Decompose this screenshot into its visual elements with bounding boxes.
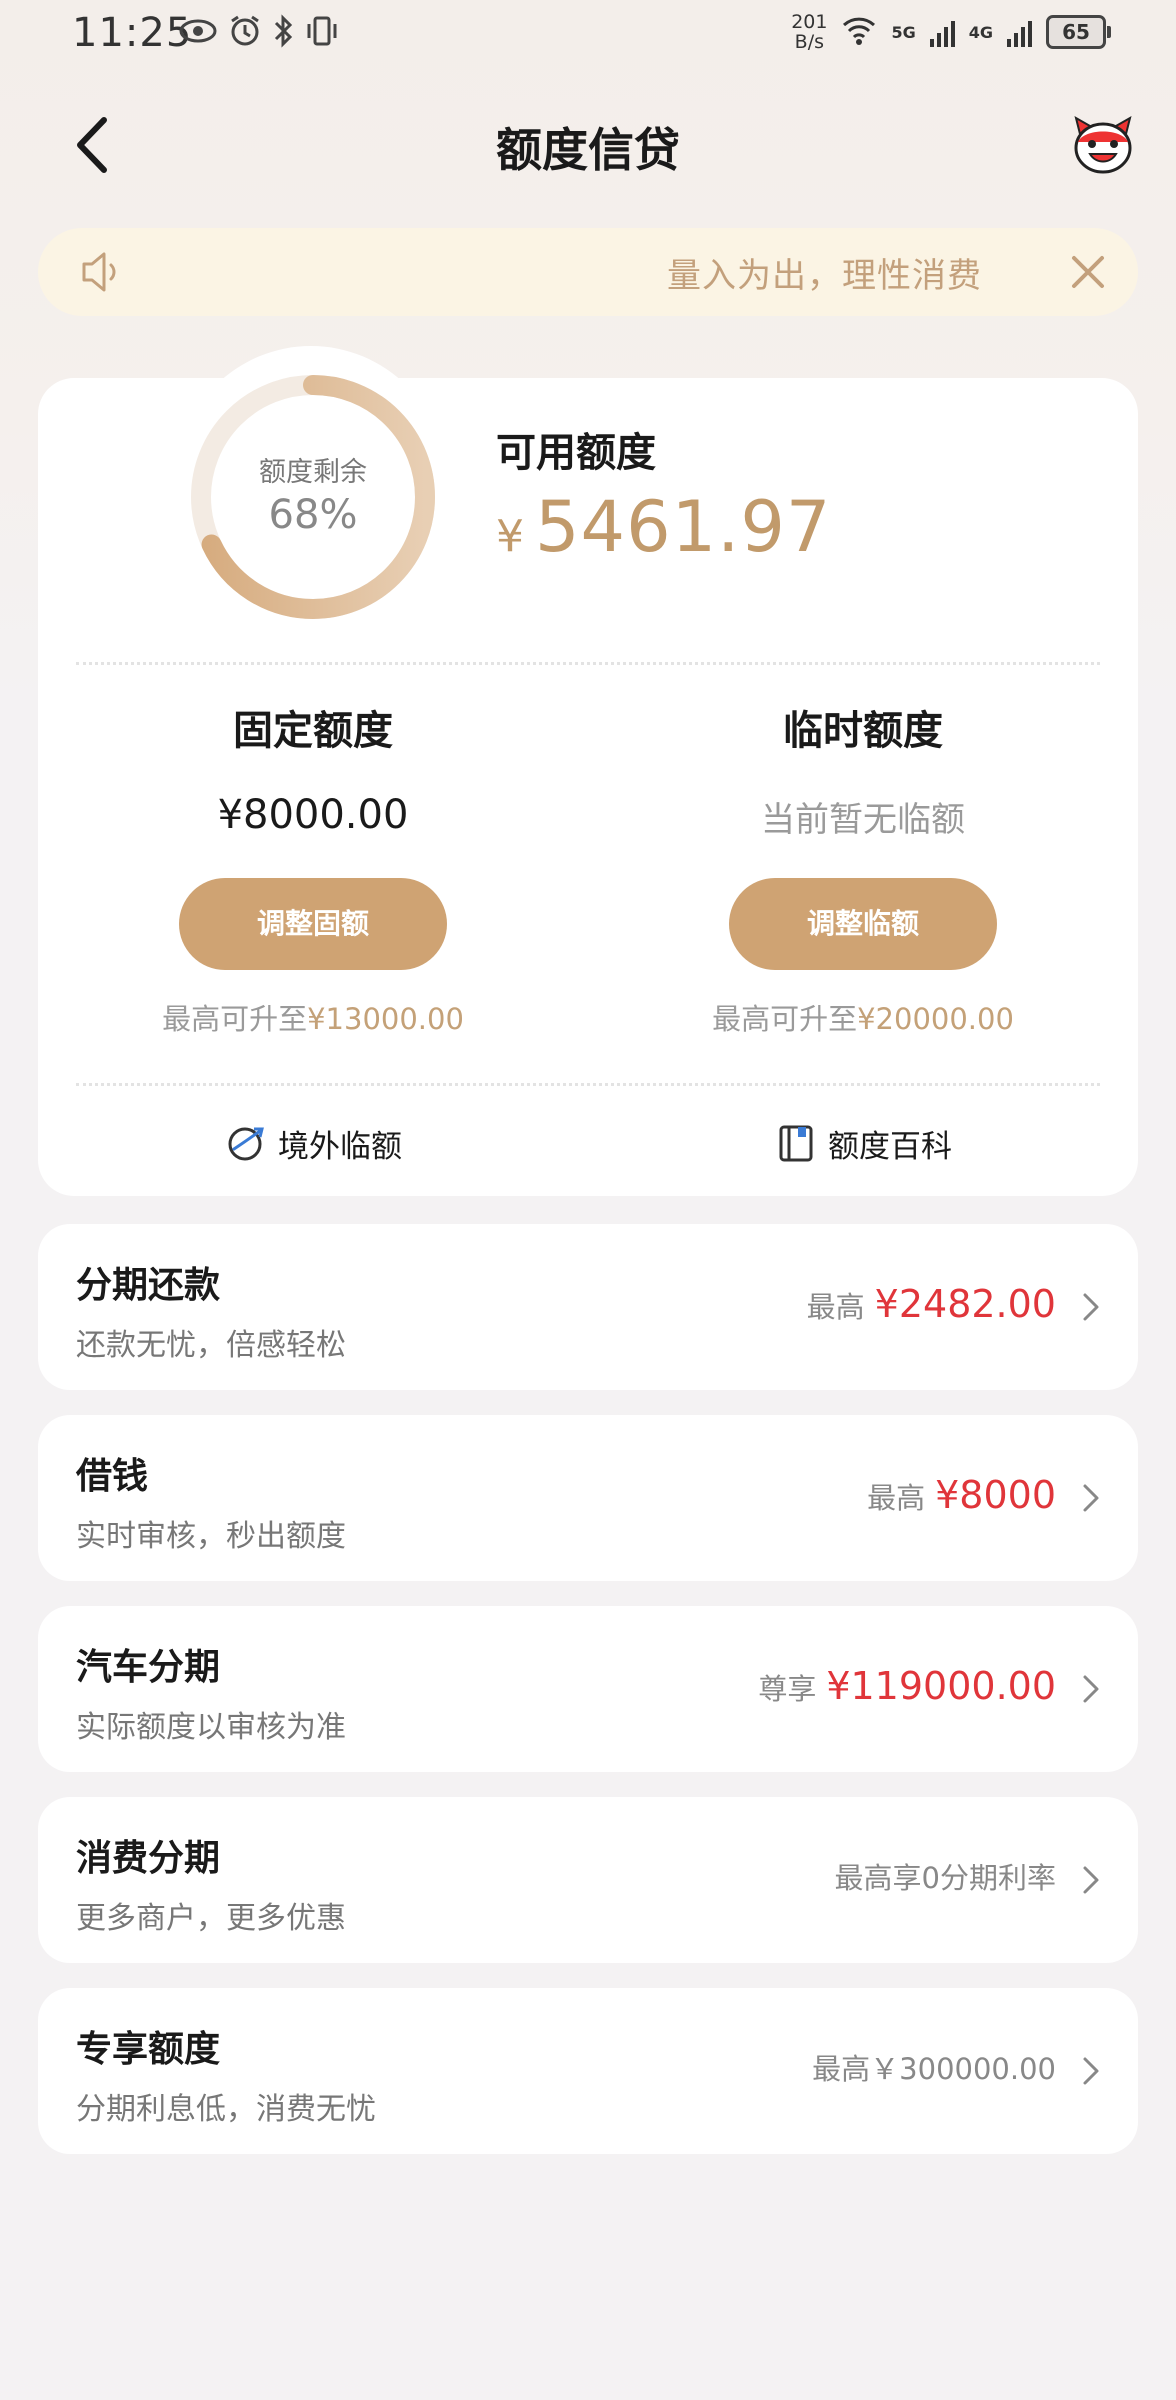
overseas-temp-limit-link[interactable]: 境外临额 [226, 1118, 402, 1168]
item-value-group: 最高 ¥2482.00 [807, 1282, 1056, 1326]
notice-bar: 量入为出，理性消费 [38, 228, 1138, 316]
battery-icon: 65 [1046, 15, 1111, 49]
bluetooth-icon [272, 14, 294, 59]
item-subtitle: 分期利息低，消费无忧 [76, 2092, 376, 2127]
fixed-limit-amount: ¥8000.00 [217, 792, 409, 838]
list-item-consumer-installment[interactable]: 消费分期 更多商户，更多优惠 最高享0分期利率 [38, 1797, 1138, 1963]
item-title: 汽车分期 [76, 1647, 221, 1688]
limit-encyclopedia-link[interactable]: 额度百科 [776, 1118, 952, 1168]
network-5g-label: 5G [891, 22, 916, 42]
item-value: ¥8000 [935, 1473, 1056, 1517]
item-title: 专享额度 [76, 2029, 221, 2070]
status-time: 11:25 [72, 10, 193, 56]
item-value: 最高享0分期利率 [834, 1861, 1056, 1895]
item-value-group: 最高享0分期利率 [835, 1855, 1056, 1897]
item-subtitle: 实时审核，秒出额度 [76, 1519, 346, 1554]
temporary-limit-note: 当前暂无临额 [761, 800, 965, 840]
adjust-temporary-button[interactable]: 调整临额 [729, 878, 997, 970]
item-title: 分期还款 [76, 1265, 221, 1306]
item-subtitle: 更多商户，更多优惠 [76, 1901, 346, 1936]
item-prefix: 最高 [806, 1290, 865, 1324]
book-icon [779, 1125, 813, 1162]
chevron-right-icon [1083, 1484, 1099, 1512]
available-amount: ¥5461.97 [496, 486, 831, 568]
temporary-limit-column: 临时额度 当前暂无临额 [588, 698, 1138, 841]
status-icons-right: 201 B/s 5G 4G 65 [791, 11, 1111, 53]
ring-percent: 68% [268, 492, 358, 538]
list-item-installment-repayment[interactable]: 分期还款 还款无忧，倍感轻松 最高 ¥2482.00 [38, 1224, 1138, 1390]
vibrate-icon [304, 14, 340, 59]
chevron-right-icon [1083, 1675, 1099, 1703]
wifi-icon [841, 15, 877, 49]
eye-icon [178, 16, 218, 57]
chevron-right-icon [1083, 2057, 1099, 2085]
mascot-avatar[interactable] [1070, 112, 1136, 178]
item-value-group: 最高￥300000.00 [812, 2046, 1056, 2088]
temporary-limit-title: 临时额度 [783, 708, 943, 754]
notice-text: 量入为出，理性消费 [667, 256, 982, 296]
speaker-icon [82, 252, 116, 292]
mascot-icon [1074, 115, 1132, 174]
item-prefix: 最高 [867, 1481, 926, 1515]
item-value-group: 最高 ¥8000 [867, 1473, 1056, 1517]
list-item-borrow-money[interactable]: 借钱 实时审核，秒出额度 最高 ¥8000 [38, 1415, 1138, 1581]
page-title: 额度信贷 [496, 123, 680, 177]
credit-limit-card: 额度剩余 68% 可用额度 ¥5461.97 固定额度 ¥8000.00 调整固… [38, 346, 1138, 1196]
item-value-group: 尊享 ¥119000.00 [758, 1664, 1056, 1708]
network-speed: 201 B/s [791, 11, 828, 53]
divider [76, 662, 1100, 665]
signal-bars-2-icon [1007, 17, 1032, 47]
signal-bars-1-icon [929, 17, 955, 47]
item-subtitle: 还款无忧，倍感轻松 [76, 1328, 346, 1363]
divider [76, 1083, 1100, 1086]
encyclopedia-link-label: 额度百科 [828, 1128, 952, 1165]
available-amount-value: 5461.97 [535, 486, 832, 568]
close-icon[interactable] [1066, 250, 1110, 294]
item-prefix: 尊享 [758, 1672, 817, 1706]
globe-plane-icon [228, 1127, 264, 1161]
item-title: 借钱 [76, 1456, 149, 1497]
chevron-right-icon [1083, 1293, 1099, 1321]
temporary-max-note: 最高可升至¥20000.00 [712, 1002, 1014, 1036]
status-icons-left [178, 14, 340, 59]
alarm-icon [228, 14, 262, 59]
fixed-max-note: 最高可升至¥13000.00 [162, 1002, 464, 1036]
ring-label: 额度剩余 [259, 457, 367, 488]
available-label: 可用额度 [496, 430, 656, 476]
list-item-exclusive-limit[interactable]: 专享额度 分期利息低，消费无忧 最高￥300000.00 [38, 1988, 1138, 2154]
item-value: ¥119000.00 [826, 1664, 1056, 1708]
fixed-limit-title: 固定额度 [233, 708, 393, 754]
network-4g-label: 4G [968, 22, 993, 42]
chevron-right-icon [1083, 1866, 1099, 1894]
item-title: 消费分期 [76, 1838, 221, 1879]
currency-symbol: ¥ [496, 511, 525, 562]
fixed-limit-column: 固定额度 ¥8000.00 [38, 698, 588, 838]
item-value: 最高￥300000.00 [812, 2052, 1056, 2086]
status-bar: 11:25 201 B/s 5G 4G 65 [0, 0, 1176, 80]
list-item-car-installment[interactable]: 汽车分期 实际额度以审核为准 尊享 ¥119000.00 [38, 1606, 1138, 1772]
adjust-fixed-button[interactable]: 调整固额 [179, 878, 447, 970]
overseas-link-label: 境外临额 [278, 1128, 402, 1165]
item-value: ¥2482.00 [874, 1282, 1056, 1326]
item-subtitle: 实际额度以审核为准 [76, 1710, 346, 1745]
header: 额度信贷 [0, 100, 1176, 190]
